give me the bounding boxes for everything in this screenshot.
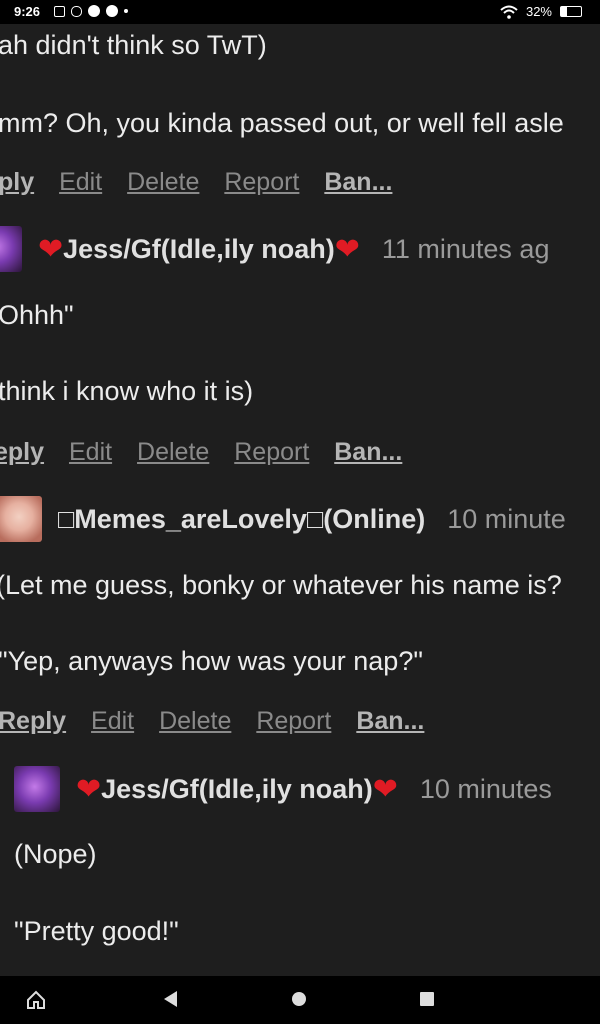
comment-text: think i know who it is) bbox=[0, 376, 254, 406]
username[interactable]: Jess/Gf(Idle,ily noah) bbox=[63, 234, 335, 265]
avatar[interactable] bbox=[0, 496, 42, 542]
ban-link[interactable]: Ban... bbox=[324, 168, 392, 196]
comment-text: ah didn't think so TwT) bbox=[0, 30, 267, 60]
comment-text: (Let me guess, bonky or whatever his nam… bbox=[0, 570, 562, 600]
heart-icon: ❤ bbox=[38, 232, 64, 266]
home-button[interactable] bbox=[292, 992, 306, 1006]
delete-link[interactable]: Delete bbox=[159, 707, 231, 735]
heart-icon: ❤ bbox=[334, 232, 360, 266]
edit-link[interactable]: Edit bbox=[59, 168, 102, 196]
report-link[interactable]: Report bbox=[224, 168, 299, 196]
comment-thread[interactable]: ah didn't think so TwT) mm? Oh, you kind… bbox=[0, 24, 600, 976]
battery-percent: 32% bbox=[525, 4, 552, 19]
timestamp: 10 minutes bbox=[419, 773, 552, 804]
heart-icon: ❤ bbox=[76, 772, 102, 806]
play-icon bbox=[106, 5, 118, 17]
comment-actions: Reply Edit Delete Report Ban... bbox=[0, 707, 442, 736]
recent-apps-button[interactable] bbox=[420, 992, 434, 1006]
avatar[interactable] bbox=[0, 226, 22, 272]
clock: 9:26 bbox=[14, 4, 41, 19]
smiley-icon bbox=[88, 5, 100, 17]
wifi-icon bbox=[500, 5, 518, 19]
back-button[interactable] bbox=[164, 991, 177, 1007]
status-bar: 9:26 32% bbox=[0, 0, 600, 24]
timestamp: 10 minute bbox=[447, 503, 566, 534]
comment-header: □Memes_areLovely□(Online) 10 minute bbox=[0, 496, 566, 542]
comment-text: "Pretty good!" bbox=[14, 916, 179, 946]
avatar[interactable] bbox=[14, 766, 60, 812]
username[interactable]: □Memes_areLovely□(Online) bbox=[58, 504, 425, 535]
battery-level bbox=[561, 7, 568, 16]
report-link[interactable]: Report bbox=[256, 707, 331, 735]
ban-link[interactable]: Ban... bbox=[356, 707, 424, 735]
gamepad-icon bbox=[71, 5, 82, 17]
edit-link[interactable]: Edit bbox=[91, 707, 134, 735]
more-notifications-icon bbox=[124, 9, 128, 13]
home-icon[interactable] bbox=[26, 990, 46, 1010]
comment-text: (Nope) bbox=[14, 839, 97, 869]
delete-link[interactable]: Delete bbox=[127, 168, 199, 196]
comment-text: mm? Oh, you kinda passed out, or well fe… bbox=[0, 108, 564, 138]
ban-link[interactable]: Ban... bbox=[334, 438, 402, 466]
battery-icon bbox=[560, 6, 582, 17]
reply-link[interactable]: eply bbox=[0, 438, 44, 466]
delete-link[interactable]: Delete bbox=[137, 438, 209, 466]
reply-link[interactable]: ply bbox=[0, 168, 34, 196]
reply-link[interactable]: Reply bbox=[0, 707, 66, 735]
comment-actions: ply Edit Delete Report Ban... bbox=[0, 168, 410, 197]
comment-text: Ohhh" bbox=[0, 300, 74, 330]
navigation-bar bbox=[0, 976, 600, 1024]
comment-header: ❤ Jess/Gf(Idle,ily noah) ❤ 10 minutes bbox=[14, 766, 552, 812]
timestamp: 11 minutes ag bbox=[381, 233, 550, 264]
heart-icon: ❤ bbox=[372, 772, 398, 806]
system-icons: 32% bbox=[500, 4, 582, 19]
notification-icons bbox=[54, 5, 128, 17]
comment-text: "Yep, anyways how was your nap?" bbox=[0, 646, 423, 676]
username[interactable]: Jess/Gf(Idle,ily noah) bbox=[101, 774, 373, 805]
gallery-icon bbox=[54, 5, 65, 17]
report-link[interactable]: Report bbox=[234, 438, 309, 466]
edit-link[interactable]: Edit bbox=[69, 438, 112, 466]
comment-header: ❤ Jess/Gf(Idle,ily noah) ❤ 11 minutes ag bbox=[0, 226, 549, 272]
comment-actions: eply Edit Delete Report Ban... bbox=[0, 438, 420, 467]
